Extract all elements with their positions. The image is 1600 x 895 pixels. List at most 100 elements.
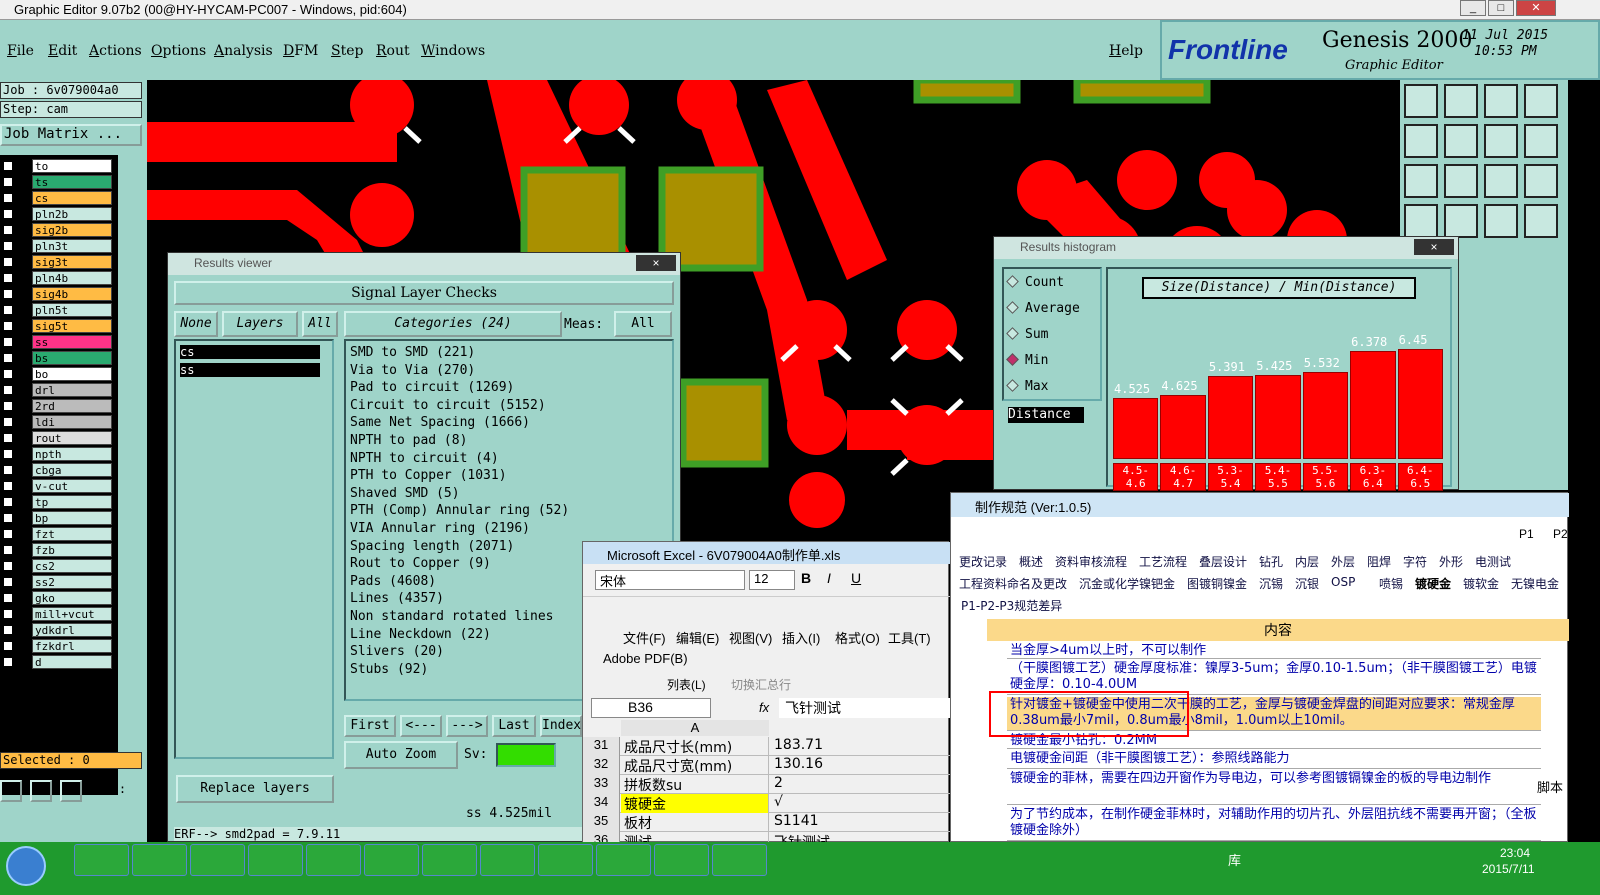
layer-result-cs[interactable]: cs <box>180 345 320 359</box>
toolbar-tool-icon[interactable] <box>1524 204 1558 238</box>
job-matrix-button[interactable]: Job Matrix ... <box>0 124 142 146</box>
layer-row[interactable]: pln3t <box>0 239 115 254</box>
spec-tab[interactable]: 沉金或化学镍钯金 <box>1079 575 1175 592</box>
layer-row[interactable]: ydkdrl <box>0 623 115 638</box>
spec-tab[interactable]: 内层 <box>1295 553 1319 570</box>
layer-name[interactable]: pln4b <box>32 271 112 285</box>
excel-menu-item[interactable]: 工具(T) <box>888 628 931 647</box>
layer-name[interactable]: bp <box>32 511 112 525</box>
layer-name[interactable]: sig2b <box>32 223 112 237</box>
layer-row[interactable]: bp <box>0 511 115 526</box>
p2-checkbox[interactable]: P2 <box>1553 527 1568 541</box>
layer-checkbox[interactable] <box>3 241 13 251</box>
category-item[interactable]: Lines (4357) <box>350 591 444 606</box>
cell-b[interactable]: √ <box>771 794 951 813</box>
layer-checkbox[interactable] <box>3 449 13 459</box>
layer-row[interactable]: sig4b <box>0 287 115 302</box>
radio-diamond-icon[interactable] <box>1006 379 1019 392</box>
excel-menu-item[interactable]: 格式(O) <box>835 628 880 647</box>
layer-row[interactable]: pln2b <box>0 207 115 222</box>
layer-name[interactable]: fzkdrl <box>32 639 112 653</box>
formula-bar[interactable]: 飞针测试 <box>779 698 950 718</box>
taskbar-app-icon[interactable] <box>538 844 593 876</box>
category-item[interactable]: SMD to SMD (221) <box>350 345 475 360</box>
histogram-close[interactable]: × <box>1414 239 1454 255</box>
layer-checkbox[interactable] <box>3 353 13 363</box>
layer-row[interactable]: bs <box>0 351 115 366</box>
layer-checkbox[interactable] <box>3 641 13 651</box>
layer-row[interactable]: d <box>0 655 115 670</box>
cell-b[interactable]: 183.71 <box>771 737 951 756</box>
distance-field[interactable]: Distance <box>1008 407 1084 423</box>
spec-tab[interactable]: 沉银 <box>1295 575 1319 592</box>
layer-checkbox[interactable] <box>3 577 13 587</box>
category-item[interactable]: Rout to Copper (9) <box>350 556 491 571</box>
layer-checkbox[interactable] <box>3 257 13 267</box>
next-button[interactable]: ---> <box>446 715 488 737</box>
menu-help[interactable]: Help <box>1109 43 1143 59</box>
menu-dfm[interactable]: DFM <box>283 43 318 59</box>
histogram-option[interactable]: Min <box>1006 353 1048 368</box>
histogram-bar[interactable] <box>1397 349 1443 459</box>
cell-b[interactable]: S1141 <box>771 813 951 832</box>
taskbar-app-icon[interactable] <box>248 844 303 876</box>
layer-name[interactable]: to <box>32 159 112 173</box>
histogram-bar[interactable] <box>1113 397 1159 459</box>
cell-b[interactable]: 130.16 <box>771 756 951 775</box>
spec-tab[interactable]: 字符 <box>1403 553 1427 570</box>
layer-checkbox[interactable] <box>3 545 13 555</box>
layer-row[interactable]: npth <box>0 447 115 462</box>
layer-name[interactable]: v-cut <box>32 479 112 493</box>
layer-checkbox[interactable] <box>3 625 13 635</box>
layer-row[interactable]: fzkdrl <box>0 639 115 654</box>
histogram-bar[interactable] <box>1350 350 1396 459</box>
layer-checkbox[interactable] <box>3 497 13 507</box>
toolbar-tool-icon[interactable] <box>1444 124 1478 158</box>
spec-tab[interactable]: 外形 <box>1439 553 1463 570</box>
layer-row[interactable]: tp <box>0 495 115 510</box>
category-item[interactable]: Spacing length (2071) <box>350 539 514 554</box>
layer-checkbox[interactable] <box>3 401 13 411</box>
all-button[interactable]: All <box>302 311 338 337</box>
taskbar-app-icon[interactable] <box>190 844 245 876</box>
layers-button[interactable]: Layers <box>222 311 298 337</box>
spec-tab[interactable]: 叠层设计 <box>1199 553 1247 570</box>
taskbar-app-icon[interactable] <box>74 844 129 876</box>
category-item[interactable]: Non standard rotated lines <box>350 609 554 624</box>
first-button[interactable]: First <box>344 715 396 737</box>
layer-checkbox[interactable] <box>3 593 13 603</box>
layer-checkbox[interactable] <box>3 289 13 299</box>
replace-layers-button[interactable]: Replace layers <box>176 775 334 803</box>
category-item[interactable]: Line Neckdown (22) <box>350 627 491 642</box>
layer-name[interactable]: cbga <box>32 463 112 477</box>
layer-name[interactable]: bo <box>32 367 112 381</box>
layer-name[interactable]: ldi <box>32 415 112 429</box>
layer-checkbox[interactable] <box>3 657 13 667</box>
spec-tab[interactable]: 无镍电金 <box>1511 575 1559 592</box>
layer-row[interactable]: sig2b <box>0 223 115 238</box>
menu-analysis[interactable]: Analysis <box>214 43 273 59</box>
toolbar-tool-icon[interactable] <box>1444 84 1478 118</box>
categories-button[interactable]: Categories (24) <box>344 311 562 337</box>
layer-checkbox[interactable] <box>3 433 13 443</box>
spec-tab[interactable]: 资料审核流程 <box>1055 553 1127 570</box>
menu-actions[interactable]: Actions <box>89 43 142 59</box>
spec-row[interactable]: 电镀硬金间距（非干膜图镀工艺）：参照线路能力 <box>1007 751 1541 769</box>
size-select[interactable]: 12 <box>749 570 795 590</box>
layer-name[interactable]: fzb <box>32 543 112 557</box>
layer-checkbox[interactable] <box>3 273 13 283</box>
toolbar-tool-icon[interactable] <box>1524 84 1558 118</box>
cell-a[interactable]: 板材 <box>621 813 769 832</box>
spec-row[interactable]: 为了节约成本，在制作硬金菲林时，对辅助作用的切片孔、外层阻抗线不需要再开窗；（全… <box>1007 807 1541 841</box>
layer-row[interactable]: ldi <box>0 415 115 430</box>
layer-row[interactable]: ts <box>0 175 115 190</box>
index-button[interactable]: Index <box>540 715 582 737</box>
layer-row[interactable]: ss <box>0 335 115 350</box>
toolbar-tool-icon[interactable] <box>1404 164 1438 198</box>
layer-name[interactable]: mill+vcut <box>32 607 112 621</box>
histogram-option[interactable]: Average <box>1006 301 1080 316</box>
category-item[interactable]: PTH to Copper (1031) <box>350 468 507 483</box>
meas-dropdown[interactable]: All <box>614 311 672 337</box>
toolbar-tool-icon[interactable] <box>1404 124 1438 158</box>
layer-checkbox[interactable] <box>3 177 13 187</box>
